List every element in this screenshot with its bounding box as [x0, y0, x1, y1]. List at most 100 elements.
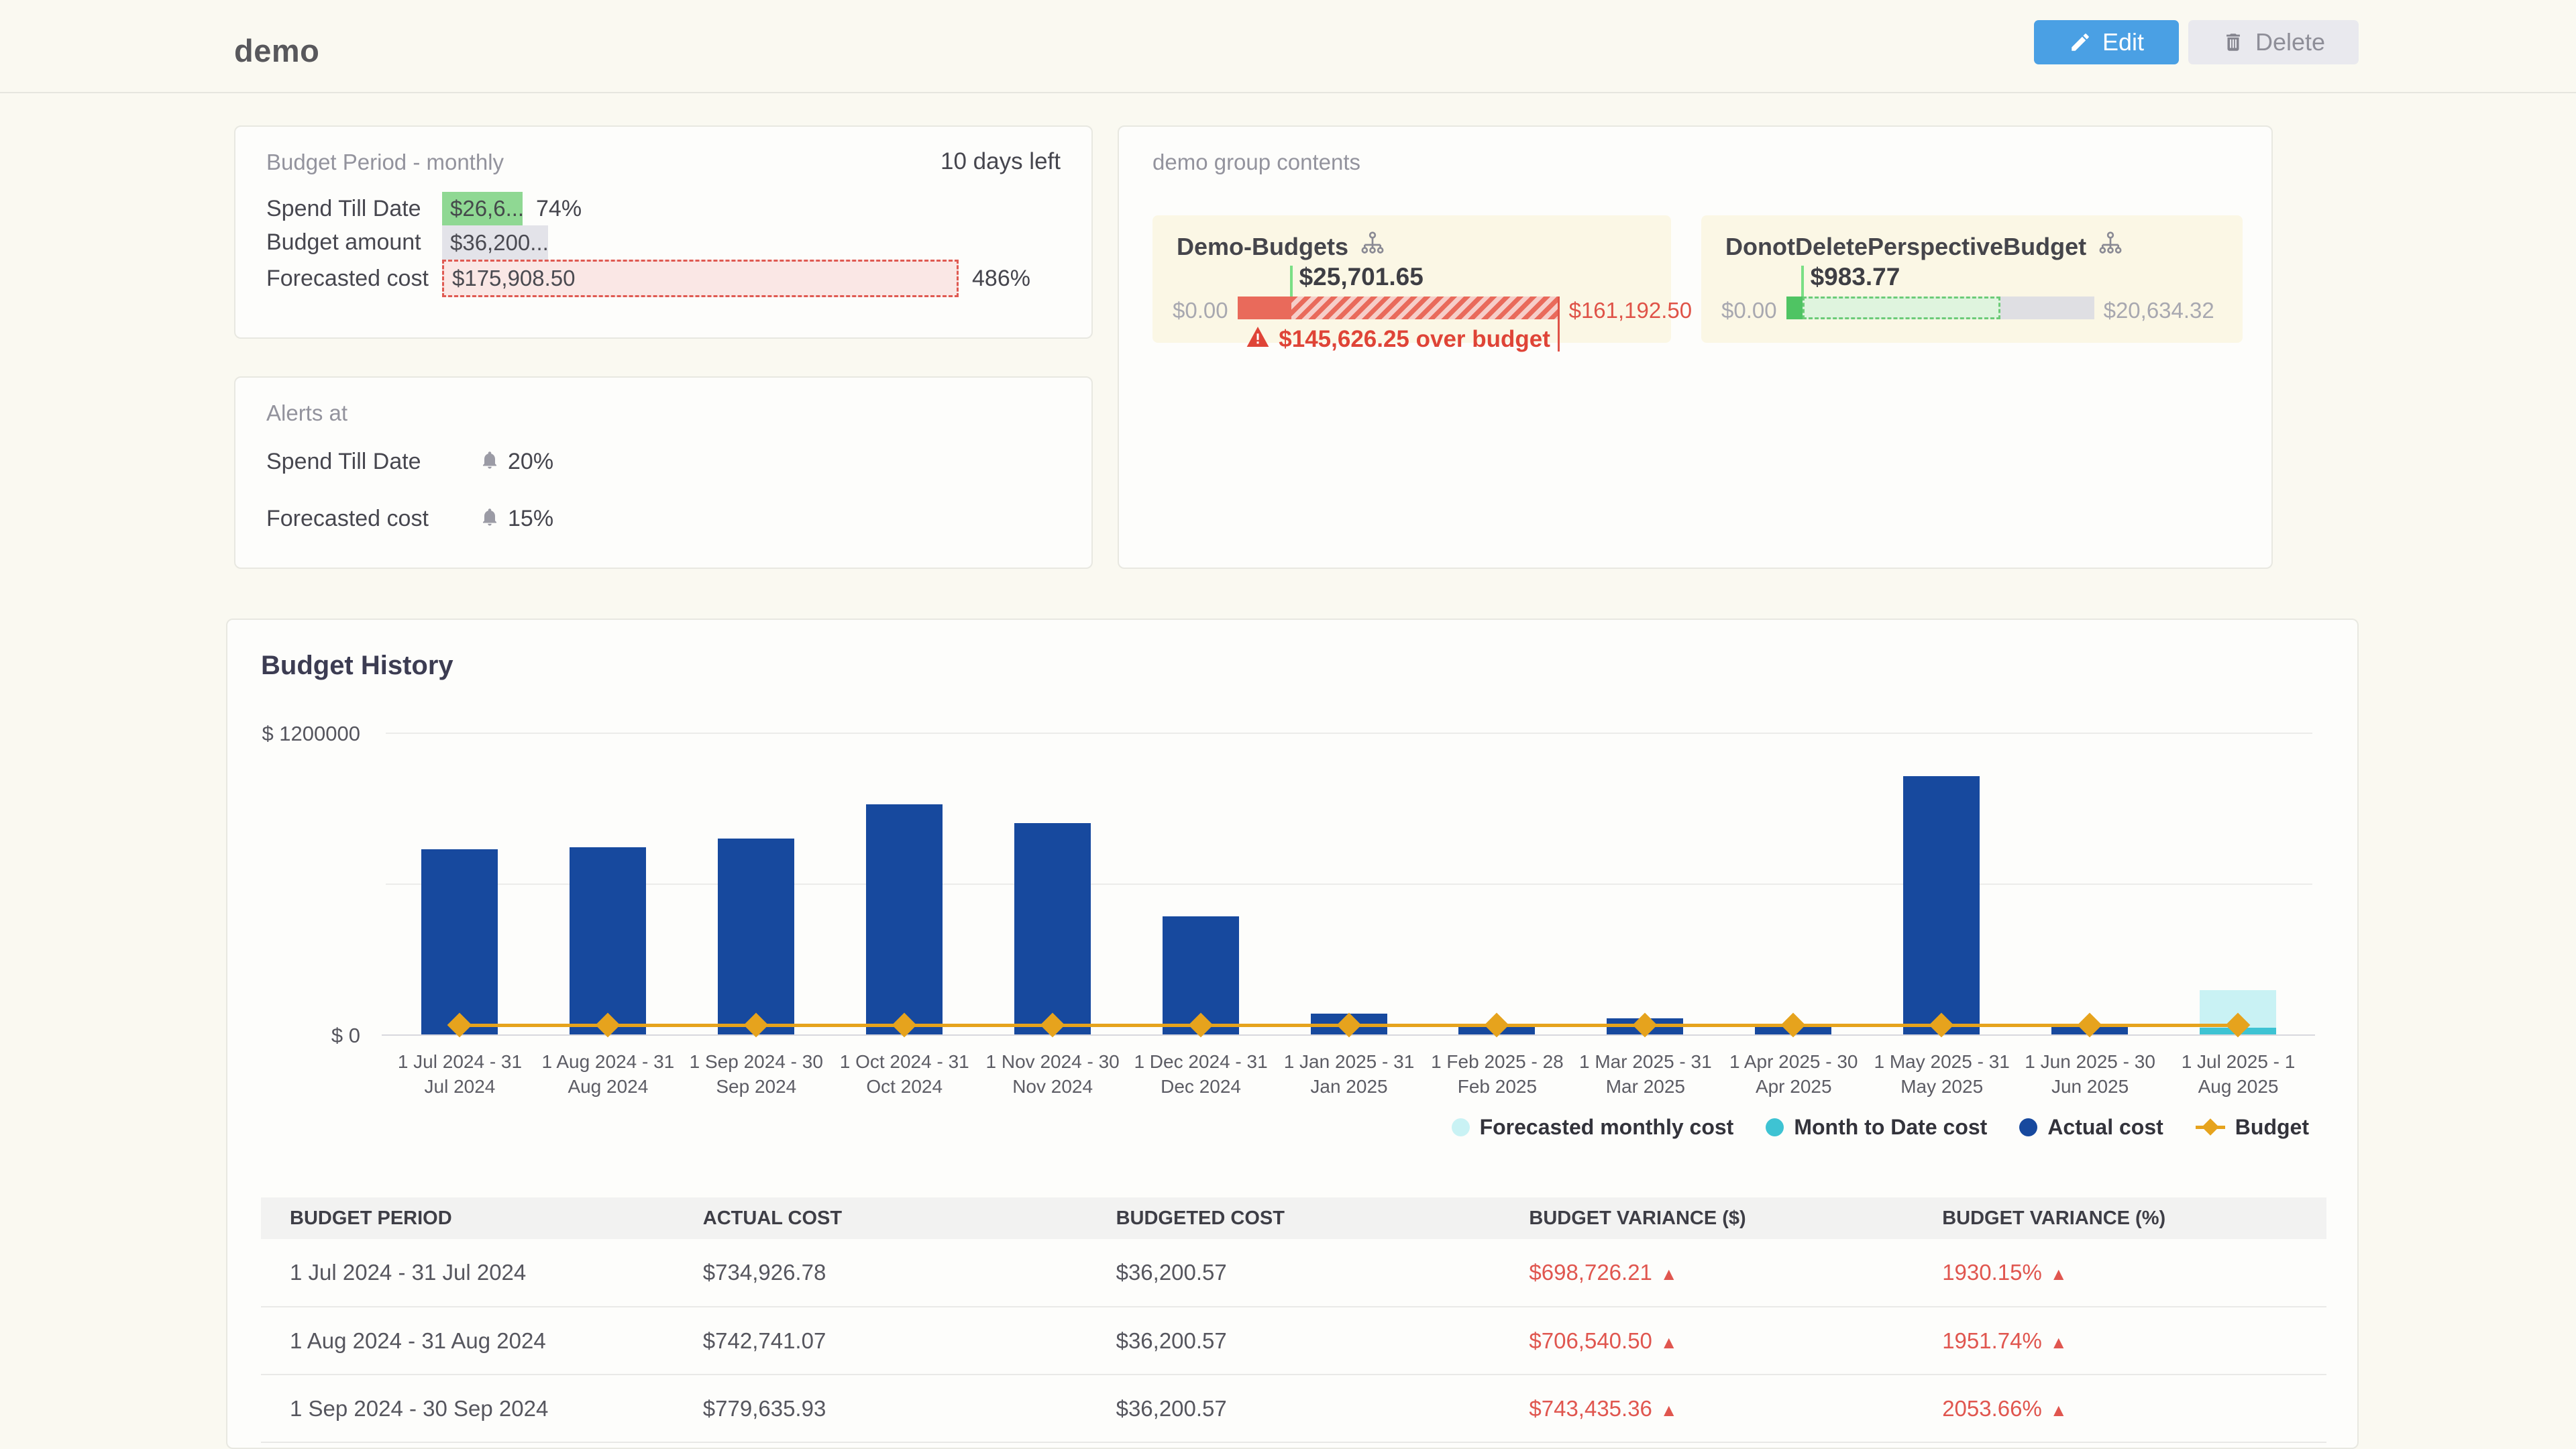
- x-axis-label: 1 Apr 2025 - 30Apr 2025: [1711, 1049, 1876, 1099]
- overbudget-segment: [1291, 297, 1560, 319]
- pencil-icon: [2069, 31, 2092, 54]
- actual-cost-bar[interactable]: [421, 849, 498, 1034]
- chart-slot: [1868, 733, 2016, 1034]
- up-triangle-icon: ▲: [2050, 1264, 2068, 1284]
- y-axis-max-label: $ 1200000: [254, 722, 360, 746]
- x-axis-label: 1 Feb 2025 - 28Feb 2025: [1415, 1049, 1579, 1099]
- hierarchy-icon[interactable]: [2097, 230, 2124, 263]
- spend-bar[interactable]: $26,6...: [442, 192, 523, 225]
- delete-button[interactable]: Delete: [2188, 20, 2359, 64]
- forecast-segment: [1803, 297, 2000, 319]
- actual-cost-bar[interactable]: [570, 847, 646, 1034]
- bar-start-label: $0.00: [1173, 298, 1228, 323]
- budget-amount-bar[interactable]: $36,200....: [442, 225, 548, 260]
- budget-name: DonotDeletePerspectiveBudget: [1725, 233, 2086, 261]
- y-axis-zero-label: $ 0: [254, 1024, 360, 1048]
- forecast-percent: 486%: [972, 266, 1030, 292]
- budget-history-panel: Budget History $ 1200000 $ 0 1 Jul 2024 …: [226, 619, 2359, 1449]
- x-axis-label: 1 May 2025 - 31May 2025: [1860, 1049, 2024, 1099]
- budget-swatch-icon: [2196, 1118, 2225, 1136]
- budget-usage-bar[interactable]: $25,701.65 $145,626.25 over budget: [1238, 297, 1560, 319]
- col-budgeted-cost: BUDGETED COST: [1087, 1197, 1501, 1239]
- alerts-card: Alerts at Spend Till Date 20% Forecasted…: [234, 376, 1093, 569]
- budget-marker-line: [1801, 266, 1804, 297]
- forecasted-cost-row: Forecasted cost $175,908.50 486%: [266, 260, 1071, 297]
- chart-slot: [534, 733, 682, 1034]
- x-axis-label: 1 Jul 2025 - 1Aug 2025: [2156, 1049, 2320, 1099]
- bar-end-label: $20,634.32: [2104, 298, 2214, 323]
- budget-period-header: Budget Period - monthly: [266, 150, 504, 175]
- budget-item-demo-budgets[interactable]: Demo-Budgets $0.00 $25,701.65 $145,626.2…: [1152, 215, 1671, 343]
- budget-item-donotdelete[interactable]: DonotDeletePerspectiveBudget $0.00 $983.…: [1701, 215, 2243, 343]
- chart-slot: [2016, 733, 2164, 1034]
- budget-marker-amount: $25,701.65: [1299, 263, 1424, 291]
- forecast-swatch-icon: [1452, 1118, 1470, 1136]
- budget-period-rows: Spend Till Date $26,6... 74% Budget amou…: [266, 192, 1071, 297]
- spent-segment: [1238, 297, 1291, 319]
- budget-history-title: Budget History: [261, 651, 453, 681]
- mtd-swatch-icon: [1766, 1118, 1784, 1136]
- bell-icon: [480, 449, 500, 475]
- alert-row-forecast: Forecasted cost 15%: [266, 503, 553, 534]
- actual-cost-bar[interactable]: [1014, 823, 1091, 1034]
- x-axis-label: 1 Mar 2025 - 31Mar 2025: [1563, 1049, 1727, 1099]
- legend-mtd[interactable]: Month to Date cost: [1766, 1115, 1987, 1140]
- actual-cost-bar[interactable]: [1903, 776, 1980, 1034]
- days-left-label: 10 days left: [941, 148, 1061, 175]
- x-axis-label: 1 Sep 2024 - 30Sep 2024: [674, 1049, 839, 1099]
- actual-cost-bar[interactable]: [718, 839, 794, 1034]
- over-budget-note: $145,626.25 over budget: [1238, 326, 1560, 353]
- chart-slot: [1127, 733, 1275, 1034]
- chart-legend: Forecasted monthly cost Month to Date co…: [1452, 1115, 2309, 1140]
- edit-button[interactable]: Edit: [2034, 20, 2179, 64]
- table-row: 1 Aug 2024 - 31 Aug 2024 $742,741.07 $36…: [261, 1307, 2326, 1375]
- x-axis-label: 1 Dec 2024 - 31Dec 2024: [1119, 1049, 1283, 1099]
- up-triangle-icon: ▲: [1660, 1332, 1678, 1352]
- table-row: 1 Sep 2024 - 30 Sep 2024 $779,635.93 $36…: [261, 1375, 2326, 1442]
- budget-name: Demo-Budgets: [1177, 233, 1348, 261]
- bar-start-label: $0.00: [1721, 298, 1777, 323]
- hierarchy-icon[interactable]: [1359, 230, 1386, 263]
- edit-button-label: Edit: [2102, 28, 2144, 56]
- alert-spend-percent: 20%: [508, 449, 553, 475]
- remaining-segment: [2000, 297, 2094, 319]
- chart-slot: [830, 733, 979, 1034]
- x-axis-label: 1 Oct 2024 - 31Oct 2024: [822, 1049, 987, 1099]
- budget-marker-line: [1290, 266, 1293, 297]
- chart-slot: [1275, 733, 1424, 1034]
- budget-amount-row: Budget amount $36,200....: [266, 225, 1071, 260]
- budget-usage-bar[interactable]: $983.77: [1786, 297, 2094, 319]
- legend-budget[interactable]: Budget: [2196, 1115, 2309, 1140]
- chart-slot: [979, 733, 1127, 1034]
- page-title: demo: [234, 32, 319, 69]
- x-axis-label: 1 Aug 2024 - 31Aug 2024: [526, 1049, 690, 1099]
- bell-icon: [480, 506, 500, 532]
- group-budget-list: Demo-Budgets $0.00 $25,701.65 $145,626.2…: [1152, 215, 2243, 343]
- col-variance-usd: BUDGET VARIANCE ($): [1500, 1197, 1913, 1239]
- trash-icon: [2222, 31, 2245, 54]
- budget-period-card: Budget Period - monthly 10 days left Spe…: [234, 125, 1093, 339]
- budget-history-chart[interactable]: 1 Jul 2024 - 31Jul 20241 Aug 2024 - 31Au…: [386, 733, 2312, 1034]
- alerts-header: Alerts at: [266, 400, 347, 426]
- legend-actual[interactable]: Actual cost: [2019, 1115, 2163, 1140]
- chart-slot: [386, 733, 534, 1034]
- table-row: 1 Jul 2024 - 31 Jul 2024 $734,926.78 $36…: [261, 1239, 2326, 1307]
- actual-cost-bar[interactable]: [866, 804, 943, 1034]
- up-triangle-icon: ▲: [2050, 1400, 2068, 1420]
- chart-slot: [682, 733, 830, 1034]
- delete-button-label: Delete: [2255, 28, 2325, 56]
- bar-end-label: $161,192.50: [1569, 298, 1693, 323]
- actual-swatch-icon: [2019, 1118, 2037, 1136]
- header-actions: Edit Delete: [2034, 20, 2359, 64]
- warning-icon: [1246, 326, 1269, 353]
- legend-forecasted[interactable]: Forecasted monthly cost: [1452, 1115, 1734, 1140]
- budget-history-table: BUDGET PERIOD ACTUAL COST BUDGETED COST …: [261, 1197, 2326, 1443]
- spend-till-date-row: Spend Till Date $26,6... 74%: [266, 192, 1071, 225]
- x-axis-label: 1 Nov 2024 - 30Nov 2024: [971, 1049, 1135, 1099]
- chart-slot: [1423, 733, 1571, 1034]
- forecasted-cost-bar[interactable]: $175,908.50: [442, 260, 959, 297]
- up-triangle-icon: ▲: [1660, 1264, 1678, 1284]
- col-actual-cost: ACTUAL COST: [674, 1197, 1087, 1239]
- alert-row-spend: Spend Till Date 20%: [266, 446, 553, 477]
- chart-slot: [1571, 733, 1719, 1034]
